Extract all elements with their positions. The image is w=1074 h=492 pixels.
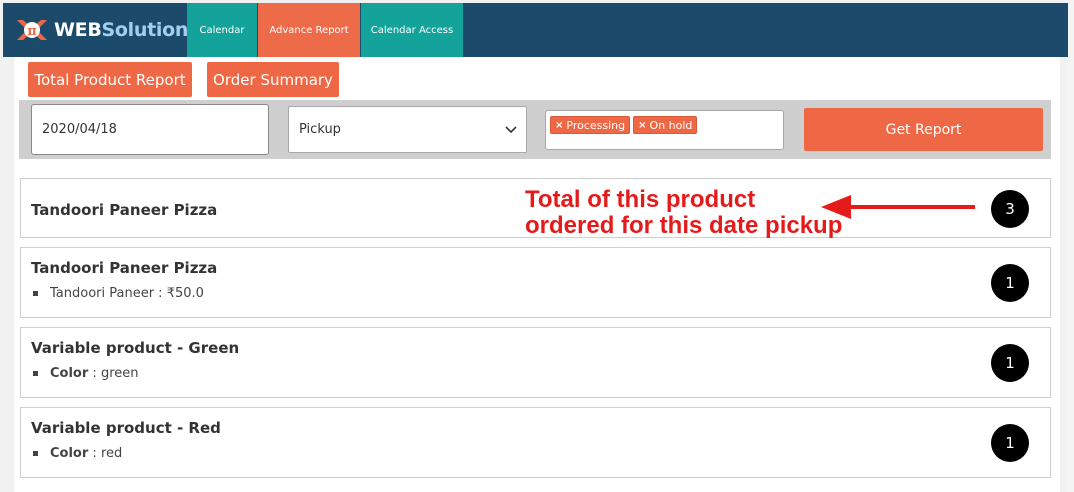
count-badge: 3 <box>991 190 1029 228</box>
total-product-report-button[interactable]: Total Product Report <box>28 62 192 97</box>
product-title: Variable product - Green <box>31 339 240 357</box>
meta-key: Tandoori Paneer <box>50 286 155 301</box>
top-navbar: π WEBSolution Calendar Advance Report Ca… <box>3 3 1068 57</box>
count-badge: 1 <box>991 264 1029 302</box>
status-tag-label: On hold <box>649 118 693 132</box>
tab-advance-report[interactable]: Advance Report <box>258 3 360 57</box>
product-meta: Tandoori Paneer : ₹50.0 <box>33 286 204 301</box>
annotation-line-1: Total of this product <box>525 186 756 213</box>
app-window: π WEBSolution Calendar Advance Report Ca… <box>0 0 1074 492</box>
meta-key: Color <box>50 446 89 461</box>
delivery-type-select[interactable]: Pickup <box>288 106 527 153</box>
remove-tag-icon[interactable]: × <box>638 120 646 131</box>
brand-logo[interactable]: π WEBSolution <box>3 3 188 57</box>
product-meta: Color : green <box>33 366 138 381</box>
bullet-icon <box>33 291 38 296</box>
result-card: Variable product - Green Color : green 1 <box>20 327 1051 398</box>
meta-key: Color <box>50 366 89 381</box>
result-card: Variable product - Red Color : red 1 <box>20 407 1051 478</box>
brand-prefix: WEB <box>54 19 102 41</box>
product-title: Tandoori Paneer Pizza <box>31 201 218 219</box>
remove-tag-icon[interactable]: × <box>555 120 563 131</box>
meta-separator: : <box>88 366 101 381</box>
tab-calendar-access[interactable]: Calendar Access <box>361 3 463 57</box>
date-input[interactable]: 2020/04/18 <box>31 104 269 155</box>
meta-value: green <box>100 366 139 381</box>
count-badge: 1 <box>991 424 1029 462</box>
brand-name: WEBSolution <box>54 19 188 41</box>
filter-bar: 2020/04/18 Pickup × Processing × On hold… <box>19 100 1051 159</box>
status-tag-processing[interactable]: × Processing <box>550 116 631 134</box>
meta-value: ₹50.0 <box>166 286 204 301</box>
annotation-line-2: ordered for this date pickup <box>525 212 843 239</box>
annotation-callout: Total of this product ordered for this d… <box>525 187 842 239</box>
meta-value: red <box>100 446 123 461</box>
tab-calendar[interactable]: Calendar <box>187 3 257 57</box>
brand-suffix: Solution <box>101 19 189 41</box>
count-badge: 1 <box>991 344 1029 382</box>
status-tag-on-hold[interactable]: × On hold <box>633 116 698 134</box>
main-content: Total Product Report Order Summary 2020/… <box>14 57 1060 492</box>
status-multiselect[interactable]: × Processing × On hold <box>545 110 784 150</box>
meta-separator: : <box>88 446 101 461</box>
annotation-arrow-icon <box>821 195 975 219</box>
product-title: Tandoori Paneer Pizza <box>31 259 218 277</box>
delivery-type-value: Pickup <box>299 122 341 137</box>
meta-separator: : <box>154 286 167 301</box>
logo-mark-icon: π <box>14 12 50 48</box>
bullet-icon <box>33 451 38 456</box>
order-summary-button[interactable]: Order Summary <box>207 62 339 97</box>
chevron-down-icon <box>505 126 517 134</box>
logo-pi-glyph: π <box>27 24 37 39</box>
status-tag-label: Processing <box>566 118 626 132</box>
product-title: Variable product - Red <box>31 419 221 437</box>
get-report-button[interactable]: Get Report <box>804 108 1043 151</box>
bullet-icon <box>33 371 38 376</box>
window-edge <box>1066 0 1074 492</box>
product-meta: Color : red <box>33 446 122 461</box>
result-card: Tandoori Paneer Pizza Tandoori Paneer : … <box>20 247 1051 318</box>
